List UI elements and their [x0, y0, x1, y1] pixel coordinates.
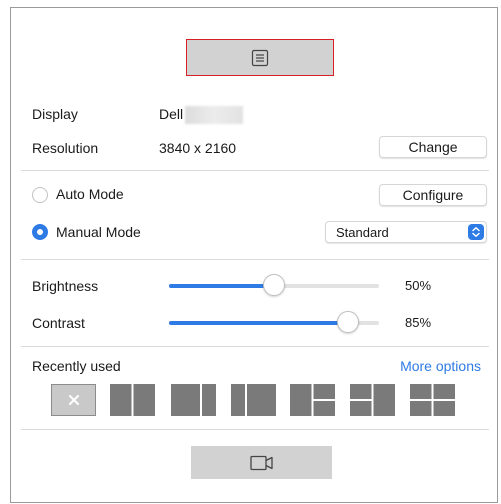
manual-mode-label: Manual Mode: [56, 224, 141, 240]
more-options-link[interactable]: More options: [400, 358, 481, 374]
display-label: Display: [32, 106, 78, 122]
preset-select-value: Standard: [336, 225, 389, 240]
divider: [21, 429, 489, 430]
configure-button[interactable]: Configure: [379, 184, 487, 206]
brightness-slider[interactable]: [169, 274, 379, 296]
menu-toggle-button[interactable]: [186, 39, 334, 76]
contrast-label: Contrast: [32, 315, 85, 331]
contrast-value: 85%: [405, 315, 432, 330]
video-button[interactable]: [191, 446, 332, 479]
resolution-value: 3840 x 2160: [159, 140, 237, 156]
contrast-slider[interactable]: [169, 311, 379, 333]
layout-left-full-right-split[interactable]: [290, 384, 335, 416]
layout-four-quadrants-icon: [410, 384, 455, 416]
redacted-text: [185, 106, 244, 125]
contrast-slider-thumb[interactable]: [336, 311, 359, 333]
brightness-slider-fill: [169, 284, 274, 288]
contrast-slider-fill: [169, 321, 348, 325]
clear-layout-button[interactable]: [51, 384, 96, 416]
chevron-up-down-icon: [468, 224, 484, 240]
divider: [21, 259, 489, 260]
auto-mode-label: Auto Mode: [56, 186, 124, 202]
layout-left-split-right-full-icon: [350, 384, 395, 416]
auto-mode-radio[interactable]: [32, 187, 48, 203]
monitor-settings-panel: Display Dell Resolution 3840 x 2160 Chan…: [10, 7, 498, 503]
close-icon: [68, 395, 79, 405]
recently-used-label: Recently used: [32, 358, 121, 374]
layout-two-columns-icon: [110, 384, 155, 416]
layout-left-split-right-full[interactable]: [350, 384, 395, 416]
brightness-slider-thumb[interactable]: [263, 274, 285, 296]
divider: [21, 346, 489, 347]
layout-four-quadrants[interactable]: [410, 384, 455, 416]
layout-left-full-right-split-icon: [290, 384, 335, 416]
divider: [21, 170, 489, 171]
brightness-value: 50%: [405, 278, 432, 293]
preset-select[interactable]: Standard: [325, 221, 487, 243]
resolution-label: Resolution: [32, 140, 99, 156]
layout-two-columns[interactable]: [110, 384, 155, 416]
layout-wide-right-icon: [231, 384, 276, 416]
video-camera-icon: [249, 455, 273, 470]
change-resolution-button[interactable]: Change: [379, 136, 487, 158]
brightness-label: Brightness: [32, 278, 99, 294]
display-value: Dell: [159, 106, 244, 125]
list-icon: [251, 49, 269, 66]
layout-two-columns-wide-left[interactable]: [171, 384, 216, 416]
layout-wide-left-icon: [171, 384, 216, 416]
layout-two-columns-wide-right[interactable]: [231, 384, 276, 416]
manual-mode-radio[interactable]: [32, 224, 48, 240]
